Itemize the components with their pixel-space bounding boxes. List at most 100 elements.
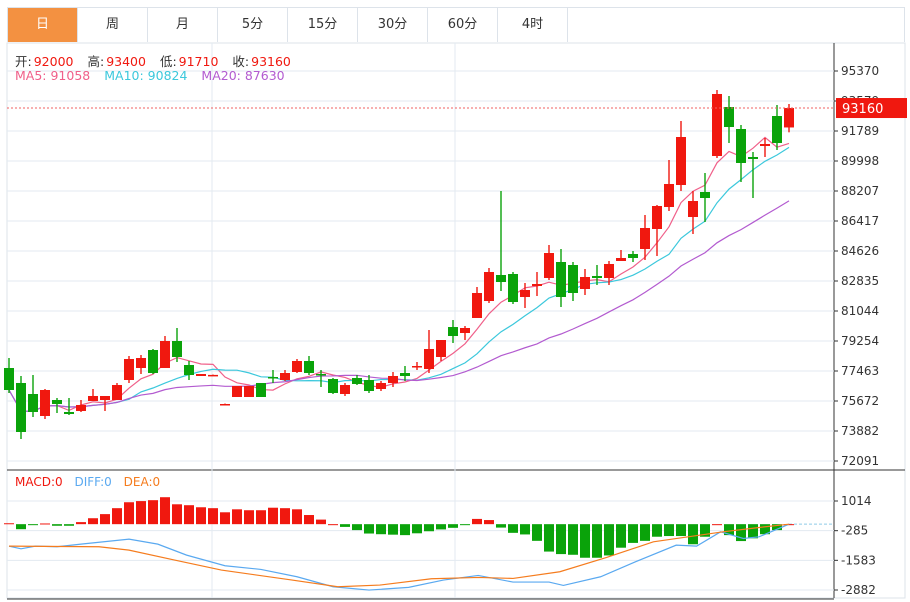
candle (244, 385, 254, 398)
macd-tick-label: -285 (841, 524, 868, 538)
candle-body (88, 395, 98, 402)
candle-body (232, 385, 242, 398)
macd-bar (532, 524, 542, 541)
candle (112, 382, 122, 401)
candle-body (592, 275, 602, 279)
candle-body (292, 360, 302, 373)
candle-body (724, 107, 734, 128)
candle-body (64, 411, 74, 415)
candle (724, 95, 734, 144)
candle-body (424, 349, 434, 370)
candle-body (136, 358, 146, 369)
candle (628, 250, 638, 263)
candle (616, 250, 626, 261)
candle-body (28, 394, 38, 412)
candle-body (208, 374, 218, 377)
macd-bar (340, 524, 350, 527)
candle (448, 320, 458, 344)
macd-bar (40, 523, 50, 525)
candle-body (484, 272, 494, 302)
macd-bar (196, 507, 206, 525)
candle (688, 191, 698, 234)
candle-body (544, 253, 554, 279)
macd-bar (232, 509, 242, 525)
macd-bar (88, 518, 98, 525)
candle (268, 369, 278, 383)
macd-bar (268, 507, 278, 525)
candle (400, 366, 410, 382)
ma20-value: MA20: 87630 (201, 68, 285, 83)
candle (196, 374, 206, 376)
price-tick-label: 77463 (841, 364, 879, 378)
macd-bar (472, 518, 482, 525)
candle (76, 400, 86, 412)
macd-bar (664, 524, 674, 537)
candle (556, 249, 566, 308)
macd-bar (352, 524, 362, 531)
macd-bar (316, 519, 326, 525)
macd-bar (112, 508, 122, 525)
candle (340, 382, 350, 396)
candle-body (748, 156, 758, 160)
macd-bar (292, 509, 302, 525)
candle-body (784, 108, 794, 128)
candle-body (244, 385, 254, 398)
candle-body (196, 374, 206, 376)
dea-value: DEA:0 (123, 475, 161, 489)
macd-bar (412, 524, 422, 534)
candle-body (16, 382, 26, 433)
macd-value: MACD:0 (15, 475, 63, 489)
ma-info: MA5: 91058 MA10: 90824 MA20: 87630 (15, 68, 287, 83)
macd-bar (256, 510, 266, 525)
price-tick-label: 89998 (841, 154, 879, 168)
candle (484, 268, 494, 303)
macd-bar (592, 524, 602, 558)
macd-bar (508, 524, 518, 533)
macd-bar (76, 522, 86, 525)
macd-bar (172, 504, 182, 525)
candle-body (700, 191, 710, 199)
price-tick-label: 84626 (841, 244, 879, 258)
candle (580, 269, 590, 296)
macd-bar (748, 524, 758, 539)
candle (736, 124, 746, 183)
candle-body (688, 201, 698, 218)
candle (352, 375, 362, 386)
macd-bar (184, 505, 194, 525)
macd-bar (16, 524, 26, 530)
candle (712, 89, 722, 158)
macd-tick-label: -1583 (841, 553, 876, 567)
price-tick-label: 88207 (841, 184, 879, 198)
candle-body (532, 284, 542, 286)
ma10-value: MA10: 90824 (104, 68, 188, 83)
macd-bar (436, 524, 446, 530)
open-value: 92000 (33, 54, 74, 69)
last-price-tag-text: 93160 (842, 102, 883, 117)
close-value: 93160 (251, 54, 291, 69)
price-tick-label: 91789 (841, 124, 879, 138)
macd-bar (460, 524, 470, 526)
macd-bar (160, 497, 170, 525)
macd-bar (124, 502, 134, 525)
price-tick-label: 79254 (841, 334, 879, 348)
macd-tick-label: -2882 (841, 583, 876, 597)
macd-bar (304, 515, 314, 525)
macd-bar (556, 524, 566, 555)
candle (568, 262, 578, 302)
candle-body (376, 382, 386, 389)
candle (508, 272, 518, 305)
candle-body (604, 263, 614, 279)
candle-body (580, 276, 590, 289)
macd-bar (328, 524, 338, 526)
candle-body (160, 340, 170, 369)
candle-body (304, 360, 314, 373)
candle-body (172, 340, 182, 357)
macd-bar (148, 500, 158, 525)
kline-chart[interactable]: 9537093579917898999888207864178462682835… (0, 0, 910, 602)
macd-bar (688, 524, 698, 545)
candle (4, 358, 14, 393)
candle (304, 356, 314, 376)
price-tick-label: 95370 (841, 64, 879, 78)
candle (292, 359, 302, 373)
candle-body (436, 340, 446, 357)
